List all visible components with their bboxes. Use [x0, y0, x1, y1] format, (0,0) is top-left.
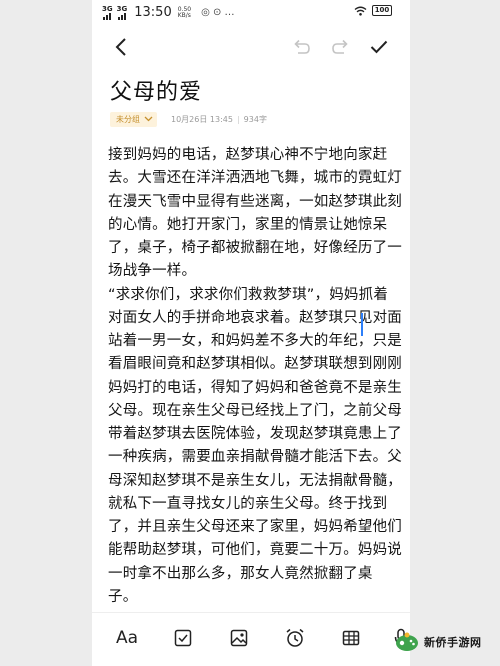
meta-divider: | — [236, 114, 240, 124]
site-watermark: 新侨手游网 — [394, 626, 498, 658]
note-date: 10月26日 13:45 — [171, 114, 233, 124]
body-line: 母深知赵梦琪不是亲生女儿，无法捐献骨髓， — [108, 472, 402, 489]
body-line: 看眉眼间竟和赵梦琪相似。赵梦琪联想到刚刚 — [108, 356, 402, 373]
body-line: 带着赵梦琪去医院体验，发现赵梦琪竟患上了 — [108, 426, 402, 442]
note-title[interactable]: 父母的爱 — [110, 74, 202, 106]
text-format-button[interactable]: Aa — [114, 625, 140, 651]
body-line: 能帮助赵梦琪，可他们，竟要二十万。妈妈说 — [108, 542, 402, 559]
wifi-icon — [354, 6, 367, 16]
table-grid-icon — [342, 630, 360, 646]
body-line: 一时拿不出那么多，那女人竟然掀翻了桌 — [108, 565, 373, 582]
speed-unit: KB/s — [177, 11, 191, 19]
image-button[interactable] — [226, 625, 252, 651]
checklist-button[interactable] — [170, 625, 196, 651]
status-right: 100 — [354, 5, 392, 16]
status-time: 13:50 — [134, 5, 172, 20]
body-line: 在漫天飞雪中显得有些迷离，一如赵梦琪此刻 — [108, 193, 402, 210]
watermark-text: 新侨手游网 — [424, 636, 482, 649]
note-meta: 未分组 10月26日 13:45 | 934字 — [110, 110, 267, 128]
category-label: 未分组 — [116, 114, 140, 124]
chevron-left-icon — [115, 38, 126, 56]
signal-2: 3G — [116, 4, 128, 20]
phone-screen: 3G 3G 13:50 0.50 KB/s ◎ ⊙ … 100 父母的爱 未分组… — [92, 0, 410, 666]
body-line: 的心情。她打开家门，家里的情景让她惊呆 — [108, 216, 388, 233]
image-icon — [230, 629, 248, 647]
undo-icon — [294, 39, 310, 54]
body-line: 站着一男一女，和妈妈差不多大的年纪，只是 — [108, 333, 402, 349]
redo-icon — [332, 39, 348, 54]
text-format-label: Aa — [115, 628, 139, 648]
alarm-clock-icon — [286, 628, 304, 647]
signal-bars-1-icon — [103, 12, 112, 20]
battery-icon: 100 — [372, 5, 392, 16]
undo-button[interactable] — [288, 34, 314, 60]
done-button[interactable] — [366, 34, 392, 60]
signal-bars-2-icon — [117, 12, 126, 20]
body-line: 妈妈打的电话，得知了妈妈和爸爸竟不是亲生 — [108, 379, 402, 396]
table-button[interactable] — [338, 625, 364, 651]
body-line: “求求你们，求求你们救救梦琪”，妈妈抓着 — [108, 286, 389, 303]
body-line: 场战争一样。 — [108, 263, 197, 280]
network-type-1: 3G — [102, 4, 113, 13]
body-line: 去。大雪还在洋洋洒洒地飞舞，城市的霓虹灯 — [108, 170, 402, 187]
text-cursor — [361, 313, 363, 336]
body-line: 接到妈妈的电话，赵梦琪心神不宁地向家赶 — [108, 147, 388, 163]
checkmark-icon — [370, 40, 388, 54]
body-line: 就私下一直寻找女儿的亲生父母。终于找到 — [108, 495, 388, 512]
body-line: 了，并且亲生父母还来了家里，妈妈希望他们 — [108, 519, 402, 535]
body-line: 了，桌子，椅子都被掀翻在地，好像经历了一 — [108, 240, 402, 256]
editor-toolbar — [92, 30, 410, 62]
body-line: 子。 — [108, 588, 138, 605]
body-line: 一种疾病，需要血亲捐献骨髓才能活下去。父 — [108, 449, 402, 466]
network-type-2: 3G — [116, 4, 128, 13]
status-bar: 3G 3G 13:50 0.50 KB/s ◎ ⊙ … 100 — [92, 0, 410, 26]
chevron-down-icon — [144, 116, 153, 122]
back-button[interactable] — [108, 34, 134, 60]
network-speed: 0.50 KB/s — [177, 6, 191, 19]
category-selector[interactable]: 未分组 — [110, 111, 157, 127]
char-count: 934字 — [243, 114, 267, 124]
checkbox-icon — [174, 629, 192, 647]
bottom-toolbar: Aa — [92, 612, 410, 666]
note-body[interactable]: 接到妈妈的电话，赵梦琪心神不宁地向家赶 去。大雪还在洋洋洒洒地飞舞，城市的霓虹灯在… — [108, 144, 402, 609]
signal-1: 3G — [102, 4, 113, 20]
game-controller-logo-icon — [396, 632, 418, 651]
body-line: 父母。现在亲生父母已经找上了门，之前父母 — [108, 402, 402, 419]
status-misc-icons: ◎ ⊙ … — [201, 7, 235, 18]
body-line: 对面女人的手拼命地哀求着。赵梦琪只见对面 — [108, 309, 402, 326]
alarm-button[interactable] — [282, 625, 308, 651]
redo-button[interactable] — [328, 34, 354, 60]
status-left: 3G 3G 13:50 0.50 KB/s ◎ ⊙ … — [102, 5, 235, 20]
